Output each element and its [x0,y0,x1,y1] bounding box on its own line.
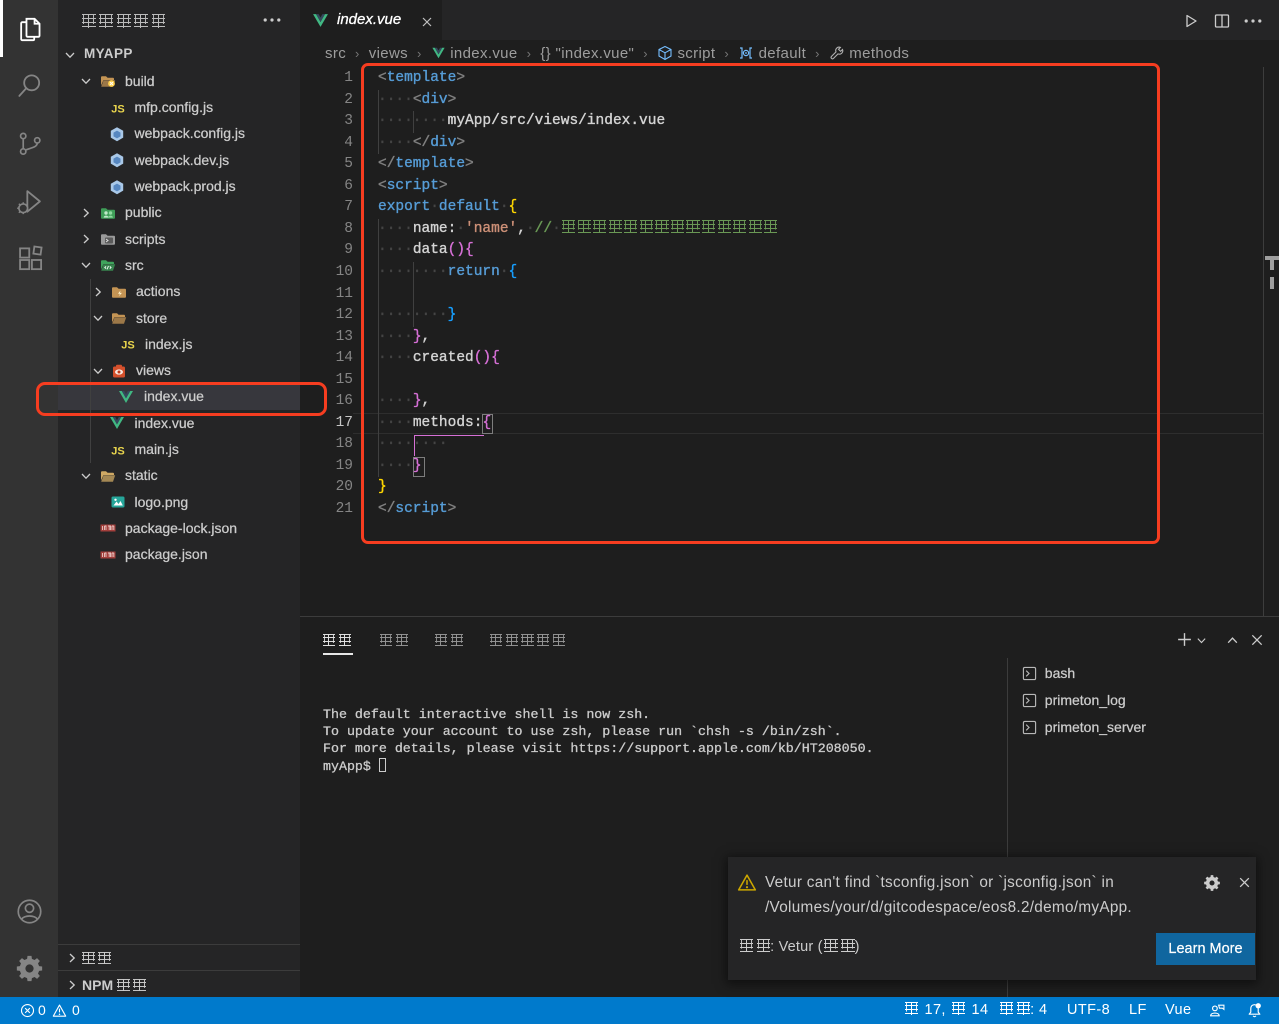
svg-text:JS: JS [111,103,124,115]
svg-text:JS: JS [111,445,124,457]
svg-text:JS: JS [121,340,134,352]
